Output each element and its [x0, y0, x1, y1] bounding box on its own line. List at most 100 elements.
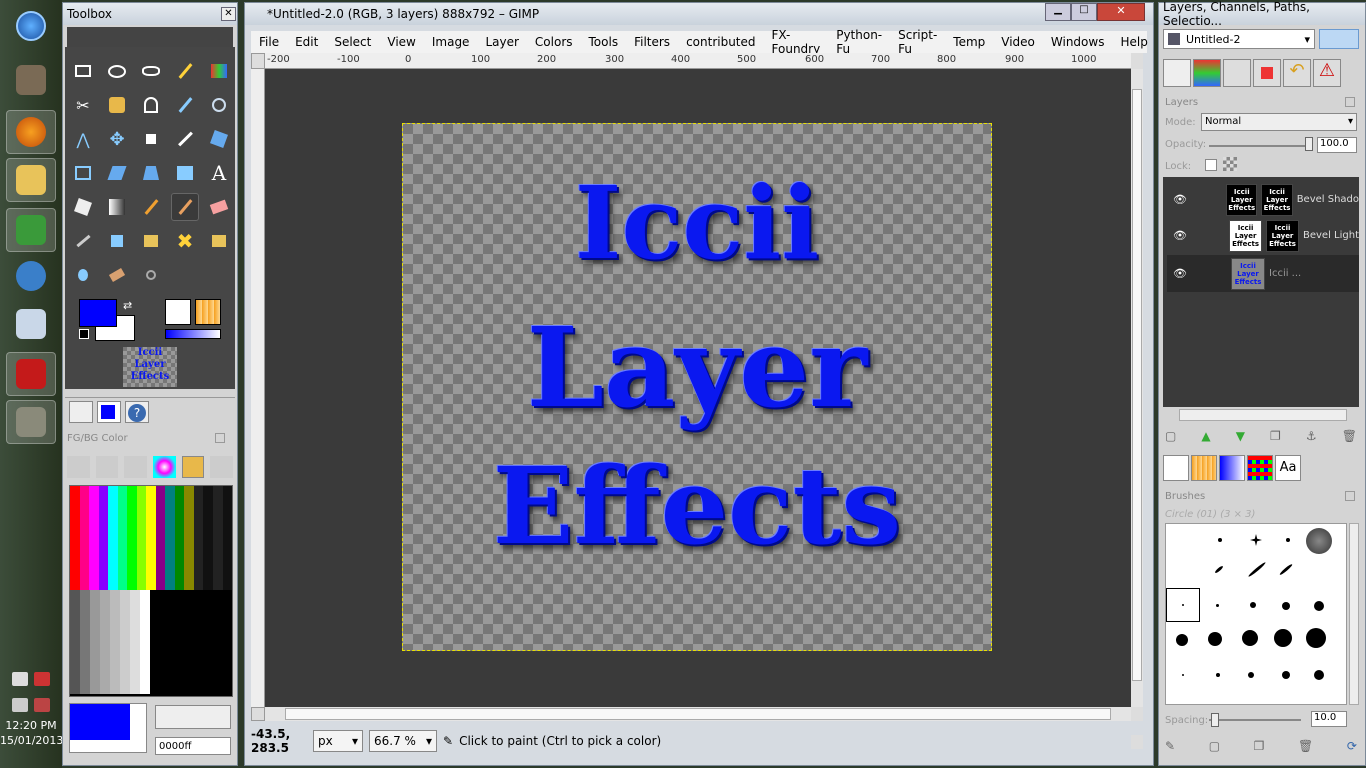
- layer-row[interactable]: 👁 Iccii Layer Effects Iccii ...: [1167, 255, 1359, 292]
- brush-indicator[interactable]: [165, 299, 191, 325]
- pattern-indicator[interactable]: [195, 299, 221, 325]
- paintbrush-icon[interactable]: [171, 193, 199, 221]
- brushes-tab[interactable]: [1163, 455, 1189, 481]
- scissors-icon[interactable]: ✂: [69, 91, 97, 119]
- cancel-status-icon[interactable]: [1131, 735, 1143, 749]
- vertical-scrollbar[interactable]: [1131, 69, 1143, 707]
- gimp-selector-tab[interactable]: [67, 456, 90, 478]
- menu-file[interactable]: File: [251, 35, 287, 49]
- flip-icon[interactable]: [171, 159, 199, 187]
- align-icon[interactable]: [137, 125, 165, 153]
- horizontal-scrollbar[interactable]: [265, 707, 1131, 721]
- menu-select[interactable]: Select: [326, 35, 379, 49]
- undo-history-tab[interactable]: ↶: [1283, 59, 1311, 87]
- pencil-icon[interactable]: [137, 193, 165, 221]
- colormap-tab[interactable]: [1253, 59, 1281, 87]
- file-explorer-icon[interactable]: [6, 158, 56, 202]
- channels-tab[interactable]: [1193, 59, 1221, 87]
- bucket-fill-icon[interactable]: [69, 193, 97, 221]
- menu-script-fu[interactable]: Script-Fu: [890, 28, 945, 56]
- rect-select-icon[interactable]: [69, 57, 97, 85]
- gimp-icon[interactable]: [6, 58, 56, 102]
- panel-menu-icon[interactable]: [1345, 491, 1355, 501]
- spacing-slider-handle[interactable]: [1211, 713, 1219, 727]
- quick-mask-corner[interactable]: [251, 53, 265, 69]
- text-icon[interactable]: A: [205, 159, 233, 187]
- layers-tab[interactable]: [1163, 59, 1191, 87]
- menu-layer[interactable]: Layer: [477, 35, 526, 49]
- panel-menu-icon[interactable]: [215, 433, 225, 443]
- paths-icon[interactable]: [137, 91, 165, 119]
- toolbox-close-button[interactable]: ✕: [221, 7, 236, 21]
- palettes-tab[interactable]: [1247, 455, 1273, 481]
- palette-selector-tab[interactable]: [181, 456, 205, 478]
- horizontal-scroll-thumb[interactable]: [285, 708, 1111, 720]
- anchor-layer-icon[interactable]: ⚓: [1306, 429, 1317, 449]
- menu-contributed[interactable]: contributed: [678, 35, 763, 49]
- gradients-tab[interactable]: [1219, 455, 1245, 481]
- zoom-select[interactable]: 66.7 % ▾: [369, 730, 437, 752]
- opacity-input[interactable]: 100.0: [1317, 137, 1357, 153]
- volume-tray-icon[interactable]: [34, 698, 50, 712]
- spacing-input[interactable]: 10.0: [1311, 711, 1347, 727]
- layer-row[interactable]: 👁 Iccii Layer Effects Iccii Layer Effect…: [1167, 217, 1359, 254]
- tool-options-tab[interactable]: [69, 401, 93, 423]
- display-tray-icon[interactable]: [12, 698, 28, 712]
- eye-icon[interactable]: 👁: [1173, 229, 1192, 242]
- layer-name[interactable]: Bevel Light: [1303, 230, 1359, 241]
- menu-fx-foundry[interactable]: FX-Foundry: [764, 28, 829, 56]
- flag-tray-icon[interactable]: [34, 672, 50, 686]
- menu-colors[interactable]: Colors: [527, 35, 581, 49]
- raise-layer-icon[interactable]: ▲: [1201, 429, 1210, 449]
- image-canvas[interactable]: Iccii Layer Effects: [402, 123, 992, 651]
- move-icon[interactable]: ✥: [103, 125, 131, 153]
- unit-select[interactable]: px ▾: [313, 730, 363, 752]
- error-console-tab[interactable]: ⚠: [1313, 59, 1341, 87]
- edit-brush-icon[interactable]: ✎: [1165, 739, 1175, 755]
- swap-colors-icon[interactable]: ⇄: [123, 299, 132, 312]
- blur-icon[interactable]: [69, 261, 97, 289]
- gimp-active-icon[interactable]: [6, 400, 56, 444]
- layers-hscroll[interactable]: [1179, 409, 1347, 421]
- navigate-icon[interactable]: [1131, 707, 1143, 721]
- menu-view[interactable]: View: [379, 35, 423, 49]
- lock-pixels-checkbox[interactable]: [1205, 159, 1217, 171]
- eraser-icon[interactable]: [205, 193, 233, 221]
- spacing-slider[interactable]: [1209, 719, 1301, 721]
- new-layer-icon[interactable]: ▢: [1165, 429, 1176, 449]
- navigation-toggle[interactable]: [251, 707, 265, 721]
- fgbg-color-tab[interactable]: [97, 401, 121, 423]
- duplicate-layer-icon[interactable]: ❐: [1270, 429, 1281, 449]
- layer-row[interactable]: 👁 Iccii Layer Effects Iccii Layer Effect…: [1167, 181, 1359, 218]
- menu-image[interactable]: Image: [424, 35, 478, 49]
- duplicate-brush-icon[interactable]: ❐: [1254, 739, 1265, 755]
- image-window-titlebar[interactable]: *Untitled-2.0 (RGB, 3 layers) 888x792 – …: [245, 3, 1153, 25]
- layer-name[interactable]: Iccii ...: [1269, 268, 1301, 279]
- perspective-clone-icon[interactable]: [205, 227, 233, 255]
- active-image-preview[interactable]: Iccii Layer Effects: [123, 347, 177, 387]
- menu-tools[interactable]: Tools: [581, 35, 627, 49]
- layer-name[interactable]: Bevel Shado: [1297, 194, 1359, 205]
- measure-icon[interactable]: ⋀: [69, 125, 97, 153]
- fuzzy-select-icon[interactable]: [171, 57, 199, 85]
- fonts-tab[interactable]: Aa: [1275, 455, 1301, 481]
- watercolor-selector-tab[interactable]: [124, 456, 147, 478]
- ruler-horizontal[interactable]: -200 -100 0 100 200 300 400 500 600 700 …: [265, 53, 1141, 69]
- editor-icon[interactable]: [6, 208, 56, 252]
- color-picker-icon[interactable]: [171, 91, 199, 119]
- menu-temp[interactable]: Temp: [945, 35, 993, 49]
- acrobat-icon[interactable]: [6, 352, 56, 396]
- menu-help[interactable]: Help: [1112, 35, 1155, 49]
- menu-windows[interactable]: Windows: [1043, 35, 1113, 49]
- brushes-grid[interactable]: [1165, 523, 1347, 705]
- paths-tab[interactable]: [1223, 59, 1251, 87]
- refresh-brushes-icon[interactable]: ⟳: [1347, 739, 1357, 755]
- menu-filters[interactable]: Filters: [626, 35, 678, 49]
- zoom-fit-icon[interactable]: [1131, 53, 1143, 69]
- image-select[interactable]: Untitled-2 ▾: [1163, 29, 1315, 49]
- dodge-burn-icon[interactable]: [137, 261, 165, 289]
- firefox-icon[interactable]: [6, 110, 56, 154]
- delete-layer-icon[interactable]: 🗑: [1342, 429, 1357, 449]
- scale-icon[interactable]: [69, 159, 97, 187]
- free-select-icon[interactable]: [137, 57, 165, 85]
